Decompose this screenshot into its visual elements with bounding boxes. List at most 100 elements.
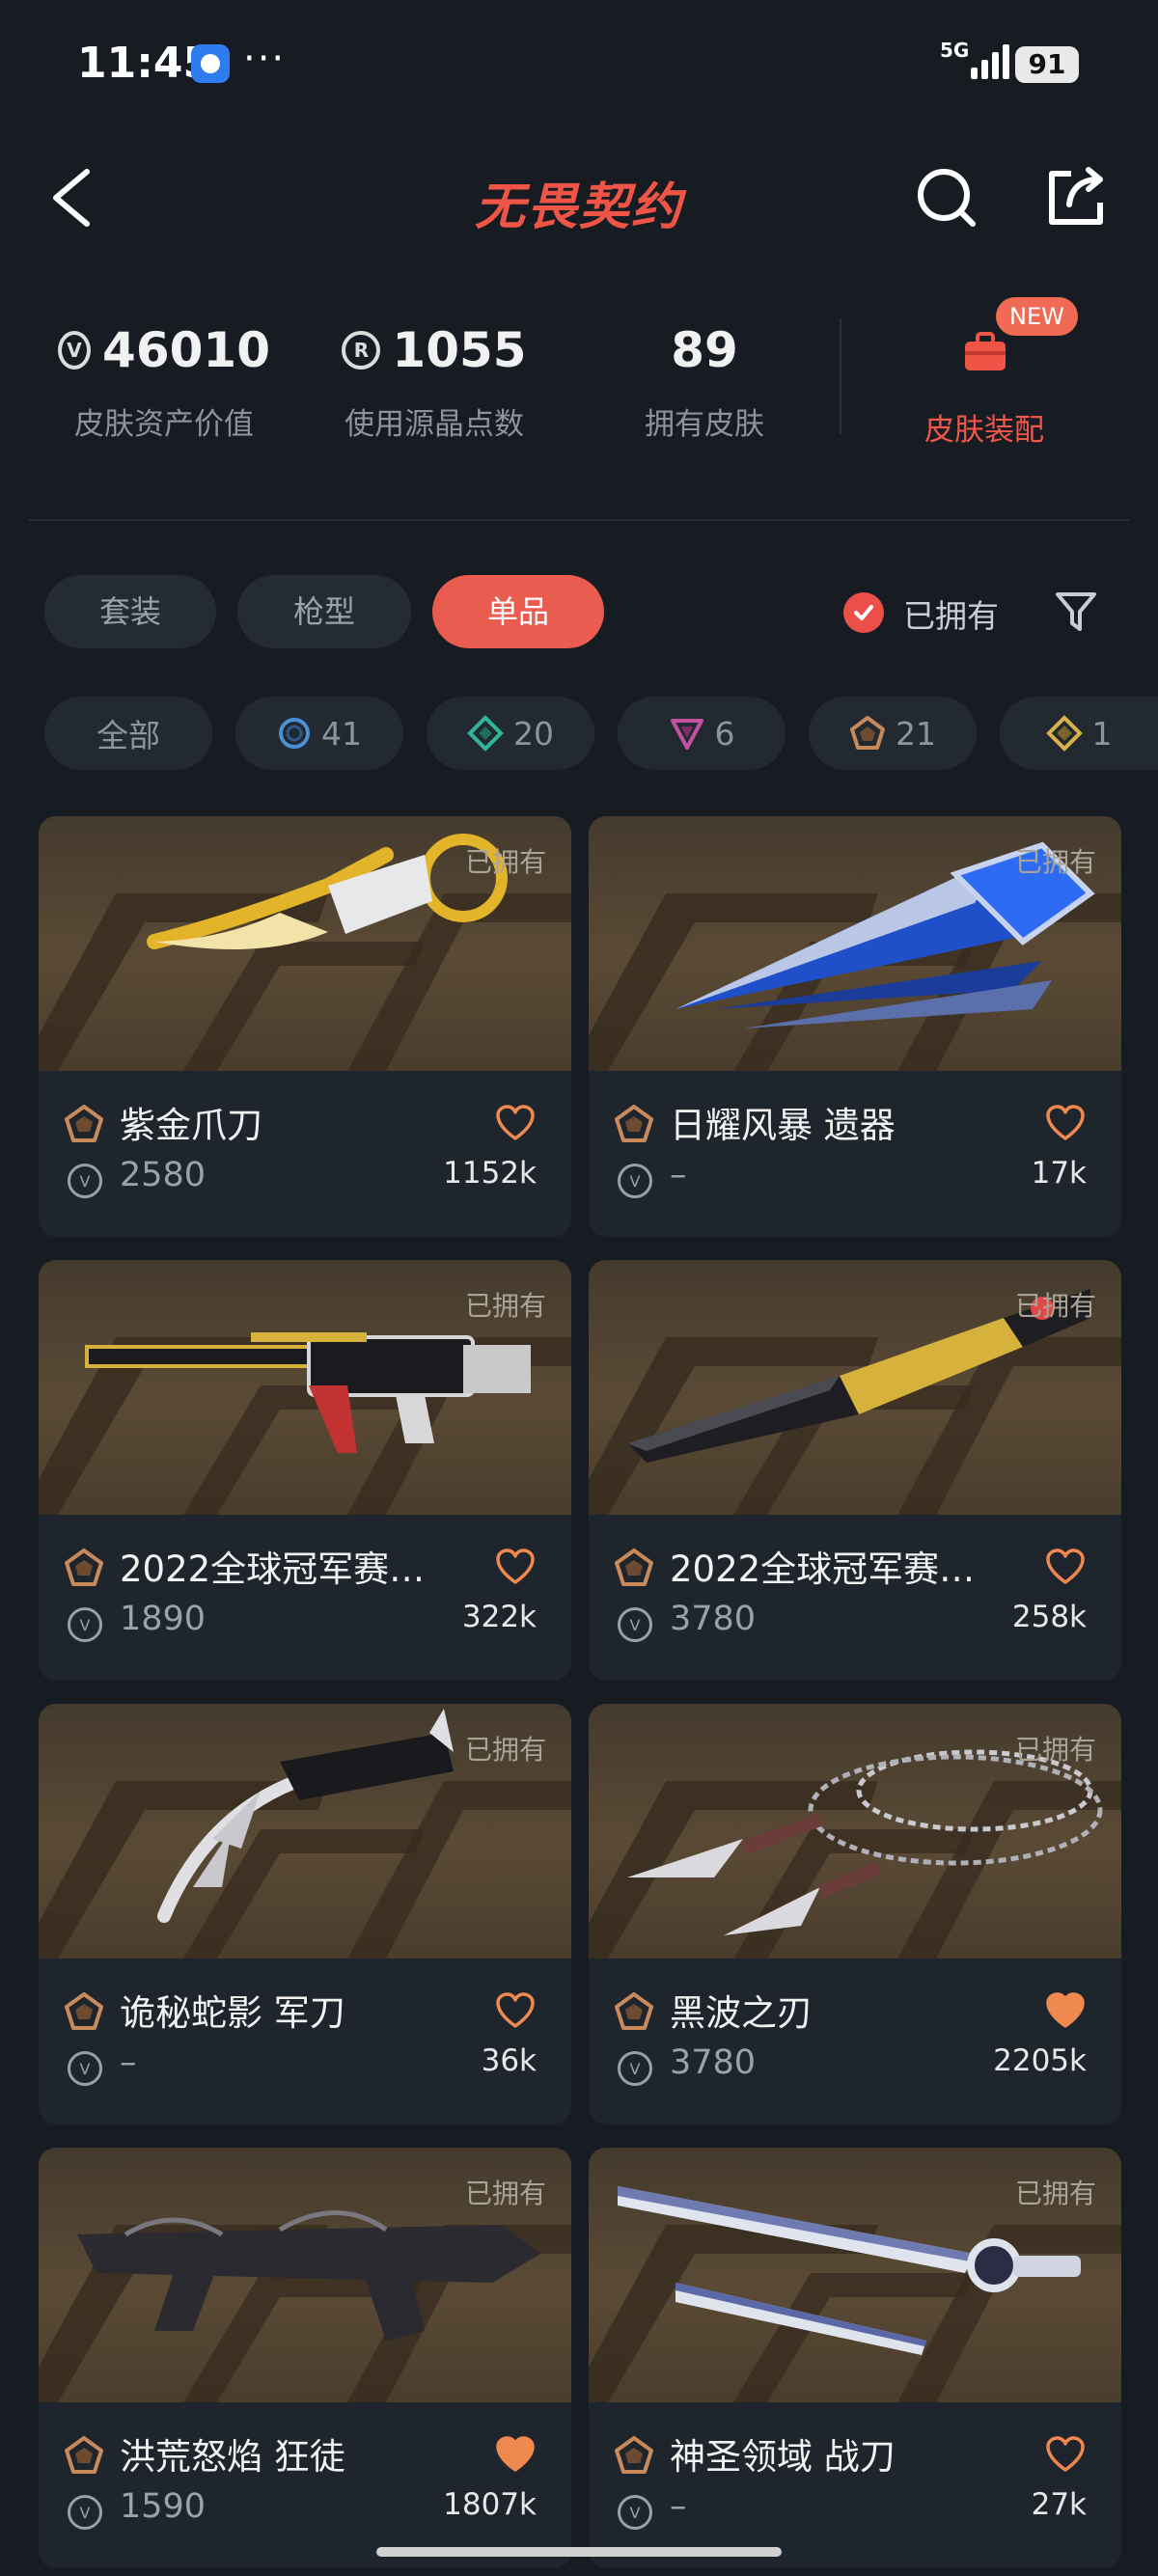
stat-asset-value: V 46010 皮肤资产价值 xyxy=(58,318,270,443)
skin-price: – xyxy=(670,2487,687,2526)
like-count: 258k xyxy=(1011,1600,1087,1634)
skin-card[interactable]: 已拥有黑波之刃 V 3780 2205k xyxy=(589,1704,1121,2124)
chip-all[interactable]: 全部 xyxy=(44,697,212,770)
chip-deluxe-tier[interactable]: 20 xyxy=(427,697,594,770)
heart-icon[interactable] xyxy=(1044,1546,1087,1588)
skin-price: 2580 xyxy=(120,1156,207,1194)
skin-card[interactable]: 已拥有 洪荒怒焰 狂徒 V 1590 1807k xyxy=(39,2148,571,2568)
select-tier-count: 41 xyxy=(321,714,362,753)
heart-icon[interactable] xyxy=(494,1989,537,2032)
chip-ultra-tier[interactable]: 1 xyxy=(1000,697,1158,770)
owned-tag: 已拥有 xyxy=(464,1290,546,1322)
skin-name: 洪荒怒焰 狂徒 xyxy=(120,2436,345,2478)
skin-name: 2022全球冠军赛… xyxy=(120,1548,426,1590)
ultra-tier-count: 1 xyxy=(1091,714,1113,753)
radianite-value: 1055 xyxy=(392,322,527,378)
skin-image[interactable]: 已拥有 xyxy=(39,816,571,1071)
heart-icon[interactable] xyxy=(494,1102,537,1144)
skin-image[interactable]: 已拥有 xyxy=(39,1260,571,1515)
heart-icon[interactable] xyxy=(494,1546,537,1588)
network-type: 5G xyxy=(940,39,970,62)
skin-equip-link[interactable]: 皮肤装配 xyxy=(897,405,1071,449)
radianite-label: 使用源晶点数 xyxy=(345,407,524,442)
skin-name: 紫金爪刀 xyxy=(120,1105,262,1146)
tab-bundles[interactable]: 套装 xyxy=(44,575,216,648)
skin-name: 黑波之刃 xyxy=(670,1992,813,2034)
app-notification-icon xyxy=(191,44,230,83)
skin-card[interactable]: 已拥有 2022全球冠军赛… V 3780 258k xyxy=(589,1260,1121,1681)
exclusive-tier-icon xyxy=(65,2436,103,2474)
vp-coin-icon: V xyxy=(68,1607,102,1642)
deluxe-tier-count: 20 xyxy=(513,714,554,753)
skin-card[interactable]: 已拥有日耀风暴 遗器 V – 17k xyxy=(589,816,1121,1237)
vp-coin-icon: V xyxy=(618,2495,652,2530)
heart-icon[interactable] xyxy=(1044,1102,1087,1144)
share-icon[interactable] xyxy=(1042,164,1110,232)
skin-name: 神圣领域 战刀 xyxy=(670,2436,896,2478)
exclusive-tier-icon xyxy=(615,1548,653,1586)
owned-tag: 已拥有 xyxy=(464,1734,546,1766)
skin-price: – xyxy=(120,2043,137,2082)
premium-tier-count: 6 xyxy=(714,714,735,753)
exclusive-tier-icon xyxy=(65,1548,103,1586)
owned-tag: 已拥有 xyxy=(1014,846,1096,878)
back-arrow-icon[interactable] xyxy=(46,164,100,232)
vp-coin-icon: V xyxy=(68,1164,102,1198)
exclusive-tier-icon xyxy=(65,1105,103,1142)
battery-indicator: 91 xyxy=(1015,46,1079,83)
heart-icon[interactable] xyxy=(494,2433,537,2476)
check-icon xyxy=(854,605,873,620)
skin-price: 3780 xyxy=(670,2043,757,2082)
tab-single-items[interactable]: 单品 xyxy=(432,575,604,648)
skin-image[interactable]: 已拥有 xyxy=(39,1704,571,1959)
filter-icon[interactable] xyxy=(1052,587,1100,635)
owned-tag: 已拥有 xyxy=(1014,2178,1096,2209)
search-icon[interactable] xyxy=(913,164,980,232)
stat-radianite: R 1055 使用源晶点数 xyxy=(328,318,540,443)
like-count: 322k xyxy=(461,1600,537,1634)
asset-value: 46010 xyxy=(102,322,270,378)
owned-checkbox[interactable] xyxy=(843,592,884,633)
skin-price: 3780 xyxy=(670,1600,757,1638)
chip-exclusive-tier[interactable]: 21 xyxy=(809,697,977,770)
skin-name: 日耀风暴 遗器 xyxy=(670,1105,896,1146)
like-count: 1152k xyxy=(443,1156,537,1191)
tab-weapon-type[interactable]: 枪型 xyxy=(237,575,411,648)
skin-image[interactable]: 已拥有 xyxy=(589,1260,1121,1515)
skin-image[interactable]: 已拥有 xyxy=(39,2148,571,2402)
skin-image[interactable]: 已拥有 xyxy=(589,2148,1121,2402)
skin-card[interactable]: 已拥有 诡秘蛇影 军刀 V – 36k xyxy=(39,1704,571,2124)
vp-coin-icon: V xyxy=(618,1164,652,1198)
vp-coin-icon: V xyxy=(58,331,92,370)
vp-coin-icon: V xyxy=(618,2051,652,2086)
asset-value-label: 皮肤资产价值 xyxy=(74,407,254,442)
skin-card[interactable]: 已拥有神圣领域 战刀 V – 27k xyxy=(589,2148,1121,2568)
like-count: 27k xyxy=(1031,2487,1087,2522)
owned-filter-label[interactable]: 已拥有 xyxy=(903,590,999,637)
exclusive-tier-icon xyxy=(65,1992,103,2030)
exclusive-tier-icon xyxy=(615,1105,653,1142)
like-count: 1807k xyxy=(443,2487,537,2522)
owned-skins-value: 89 xyxy=(671,322,738,378)
skin-image[interactable]: 已拥有 xyxy=(589,1704,1121,1959)
like-count: 2205k xyxy=(993,2043,1087,2078)
deluxe-tier-icon xyxy=(467,715,504,752)
home-indicator[interactable] xyxy=(376,2547,782,2557)
briefcase-icon[interactable] xyxy=(961,328,1009,376)
like-count: 17k xyxy=(1031,1156,1087,1191)
skin-image[interactable]: 已拥有 xyxy=(589,816,1121,1071)
chip-premium-tier[interactable]: 6 xyxy=(618,697,786,770)
ultra-tier-icon xyxy=(1045,715,1083,752)
skin-card[interactable]: 已拥有紫金爪刀 V 2580 1152k xyxy=(39,816,571,1237)
heart-icon[interactable] xyxy=(1044,1989,1087,2032)
section-divider xyxy=(29,519,1129,521)
stat-owned-skins: 89 拥有皮肤 xyxy=(598,318,811,443)
skin-name: 诡秘蛇影 军刀 xyxy=(120,1992,345,2034)
skin-price: – xyxy=(670,1156,687,1194)
chip-select-tier[interactable]: 41 xyxy=(235,697,403,770)
owned-tag: 已拥有 xyxy=(464,2178,546,2209)
skin-card[interactable]: 已拥有 2022全球冠军赛… V 1890 322k xyxy=(39,1260,571,1681)
premium-tier-icon xyxy=(670,719,703,750)
stats-divider xyxy=(840,318,841,434)
heart-icon[interactable] xyxy=(1044,2433,1087,2476)
